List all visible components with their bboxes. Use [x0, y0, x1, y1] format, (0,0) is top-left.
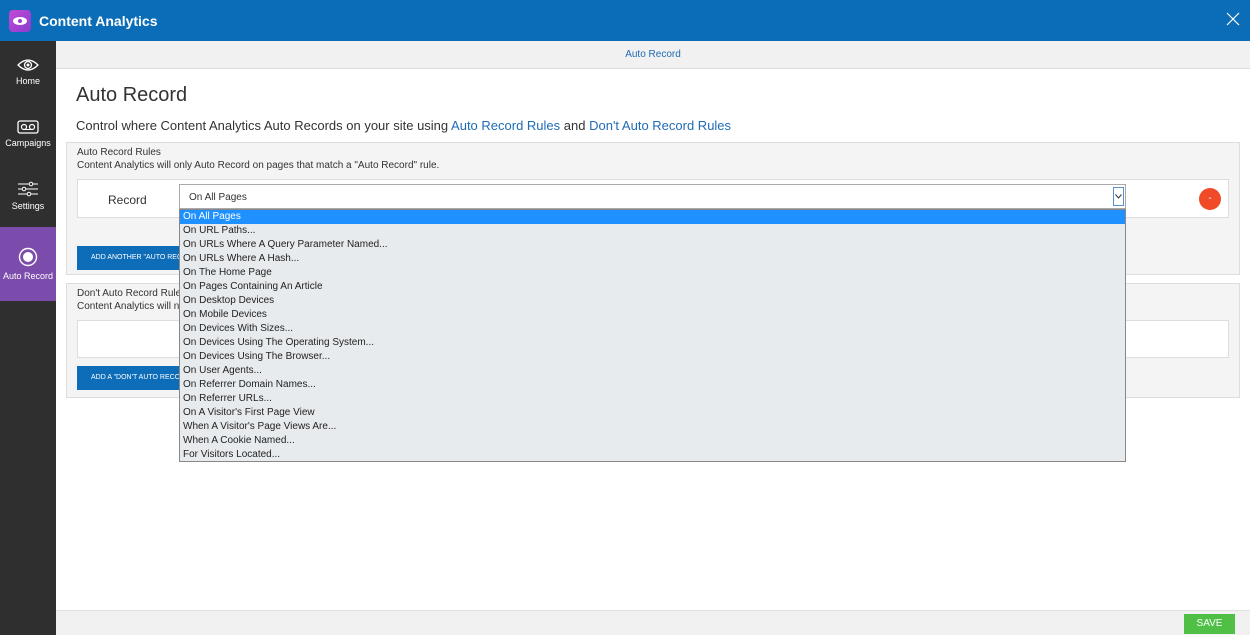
- sidebar-item-campaigns[interactable]: Campaigns: [0, 103, 56, 165]
- record-icon: [18, 247, 38, 266]
- add-dont-auto-record-rule-button[interactable]: ADD A "DON'T AUTO RECORD" RULE: [77, 366, 187, 390]
- dropdown-option[interactable]: For Visitors Located...: [180, 448, 1125, 462]
- select-value: On All Pages: [189, 192, 247, 203]
- dropdown-option[interactable]: On User Agents...: [180, 364, 1125, 378]
- eye-icon: [17, 58, 39, 71]
- auto-record-rules-link[interactable]: Auto Record Rules: [451, 118, 560, 133]
- dont-auto-record-rules-link[interactable]: Don't Auto Record Rules: [589, 118, 731, 133]
- dropdown-option[interactable]: On Devices With Sizes...: [180, 322, 1125, 336]
- page-description-and: and: [560, 118, 590, 133]
- panel-subtitle: Content Analytics will only Auto Record …: [77, 160, 440, 171]
- app-logo-icon: [9, 9, 31, 32]
- dropdown-option[interactable]: On Referrer Domain Names...: [180, 378, 1125, 392]
- dropdown-option[interactable]: On Desktop Devices: [180, 294, 1125, 308]
- remove-rule-button[interactable]: -: [1199, 188, 1221, 210]
- sidebar: Home Campaigns Settings Auto Record: [0, 41, 56, 635]
- chevron-down-icon[interactable]: [1113, 187, 1124, 206]
- dropdown-option[interactable]: On Devices Using The Browser...: [180, 350, 1125, 364]
- add-auto-record-rule-button[interactable]: ADD ANOTHER "AUTO RECORD" RULE: [77, 246, 187, 270]
- dropdown-option[interactable]: On A Visitor's First Page View: [180, 406, 1125, 420]
- page-description: Control where Content Analytics Auto Rec…: [76, 118, 731, 133]
- save-button[interactable]: SAVE: [1184, 614, 1235, 634]
- app-header: Content Analytics: [0, 0, 1250, 41]
- dropdown-option[interactable]: When A Visitor's Page Views Are...: [180, 420, 1125, 434]
- page-description-text: Control where Content Analytics Auto Rec…: [76, 118, 452, 133]
- sidebar-item-home[interactable]: Home: [0, 41, 56, 103]
- dropdown-option[interactable]: On All Pages: [180, 210, 1125, 224]
- dropdown-option[interactable]: When A Cookie Named...: [180, 434, 1125, 448]
- panel-title: Auto Record Rules: [77, 147, 161, 158]
- app-title: Content Analytics: [39, 12, 158, 29]
- sidebar-item-label: Auto Record: [2, 270, 54, 281]
- sidebar-item-label: Settings: [11, 200, 45, 211]
- dropdown-option[interactable]: On Pages Containing An Article: [180, 280, 1125, 294]
- tab-bar: Auto Record: [56, 41, 1250, 69]
- sidebar-item-auto-record[interactable]: Auto Record: [0, 227, 56, 301]
- record-condition-select[interactable]: On All Pages: [179, 184, 1126, 209]
- dropdown-option[interactable]: On Devices Using The Operating System...: [180, 336, 1125, 350]
- sliders-icon: [18, 181, 38, 196]
- record-condition-options: On All Pages On URL Paths... On URLs Whe…: [179, 209, 1126, 462]
- dropdown-option[interactable]: On URLs Where A Hash...: [180, 252, 1125, 266]
- rule-row-label: Record: [108, 193, 147, 207]
- panel-title: Don't Auto Record Rules: [77, 288, 187, 299]
- page-title: Auto Record: [76, 84, 188, 106]
- sidebar-item-label: Campaigns: [5, 137, 51, 148]
- dropdown-option[interactable]: On URLs Where A Query Parameter Named...: [180, 238, 1125, 252]
- dropdown-option[interactable]: On Mobile Devices: [180, 308, 1125, 322]
- footer-bar: SAVE: [56, 610, 1250, 635]
- dropdown-option[interactable]: On The Home Page: [180, 266, 1125, 280]
- sidebar-item-label: Home: [15, 75, 40, 86]
- cassette-icon: [17, 119, 39, 134]
- dropdown-option[interactable]: On URL Paths...: [180, 224, 1125, 238]
- tab-auto-record[interactable]: Auto Record: [625, 49, 681, 60]
- close-icon[interactable]: [1224, 10, 1242, 28]
- sidebar-item-settings[interactable]: Settings: [0, 165, 56, 227]
- dropdown-option[interactable]: On Referrer URLs...: [180, 392, 1125, 406]
